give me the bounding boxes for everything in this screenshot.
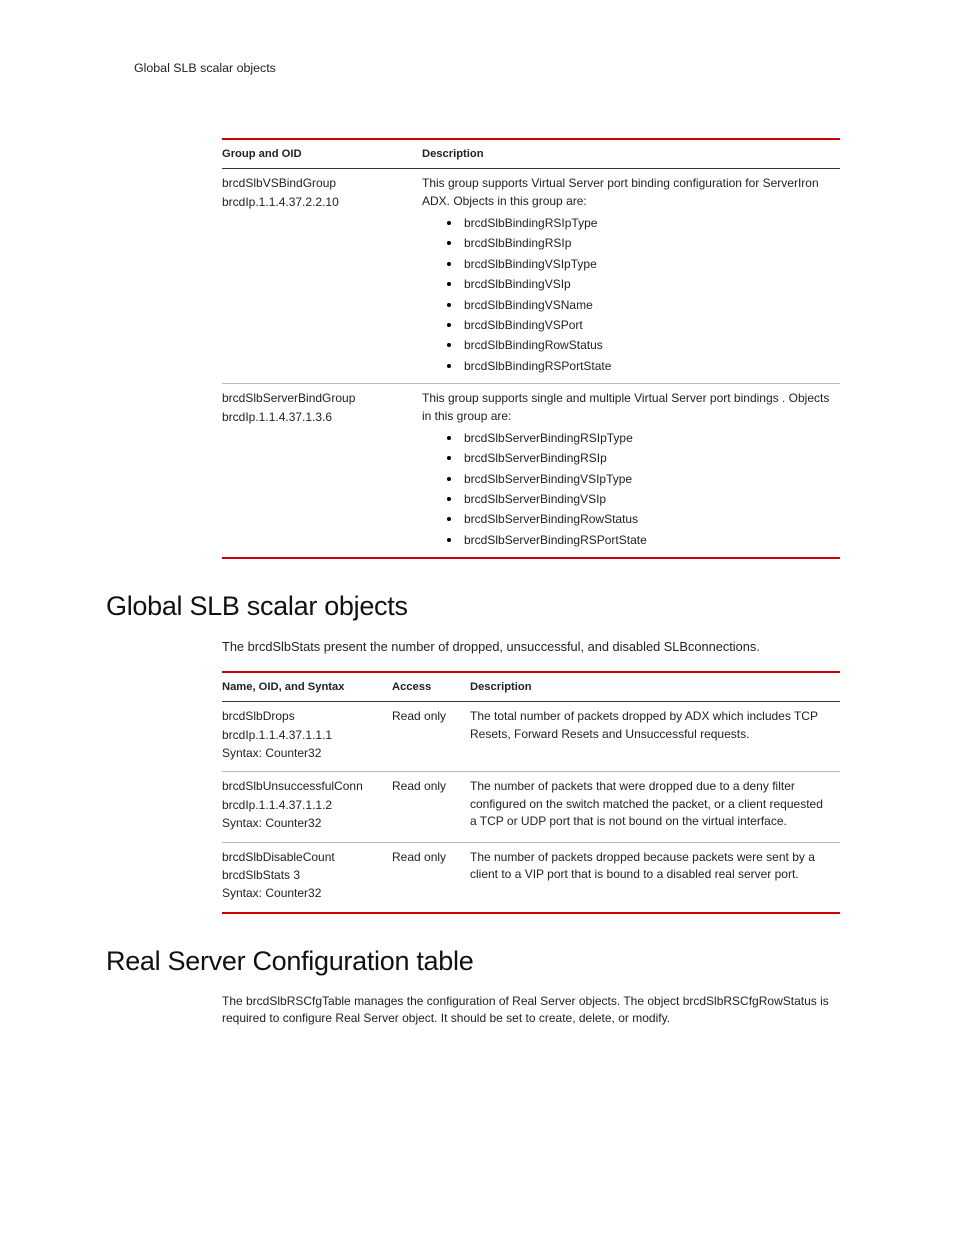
table-row: brcdSlbDisableCount brcdSlbStats 3 Synta… <box>222 842 840 913</box>
obj-oid: brcdIp.1.1.4.37.1.1.2 <box>222 797 382 814</box>
list-item: brcdSlbBindingVSIpType <box>462 253 830 273</box>
obj-name: brcdSlbUnsuccessfulConn <box>222 778 382 795</box>
list-item: brcdSlbBindingRSIpType <box>462 212 830 232</box>
cell-group: brcdSlbVSBindGroup brcdIp.1.1.4.37.2.2.1… <box>222 169 422 384</box>
th-access: Access <box>392 672 470 702</box>
list-item: brcdSlbServerBindingRowStatus <box>462 508 830 528</box>
cell-group: brcdSlbServerBindGroup brcdIp.1.1.4.37.1… <box>222 384 422 559</box>
table-row: brcdSlbUnsuccessfulConn brcdIp.1.1.4.37.… <box>222 772 840 842</box>
cell-description: The total number of packets dropped by A… <box>470 702 840 772</box>
list-item: brcdSlbBindingRSIp <box>462 232 830 252</box>
page-running-header: Global SLB scalar objects <box>134 60 840 78</box>
cell-access: Read only <box>392 702 470 772</box>
obj-name: brcdSlbDrops <box>222 708 382 725</box>
th-description: Description <box>422 139 840 169</box>
list-item: brcdSlbServerBindingRSPortState <box>462 529 830 549</box>
cell-description: The number of packets that were dropped … <box>470 772 840 842</box>
obj-oid: brcdIp.1.1.4.37.1.1.1 <box>222 727 382 744</box>
group-oid: brcdIp.1.1.4.37.1.3.6 <box>222 409 412 426</box>
section-intro: The brcdSlbRSCfgTable manages the config… <box>222 993 840 1028</box>
obj-syntax: Syntax: Counter32 <box>222 885 382 902</box>
th-description: Description <box>470 672 840 702</box>
list-item: brcdSlbBindingVSName <box>462 294 830 314</box>
th-name-oid-syntax: Name, OID, and Syntax <box>222 672 392 702</box>
table-header-row: Name, OID, and Syntax Access Description <box>222 672 840 702</box>
list-item: brcdSlbBindingRowStatus <box>462 334 830 354</box>
cell-name: brcdSlbUnsuccessfulConn brcdIp.1.1.4.37.… <box>222 772 392 842</box>
list-item: brcdSlbBindingVSPort <box>462 314 830 334</box>
list-item: brcdSlbServerBindingRSIp <box>462 447 830 467</box>
desc-intro: This group supports Virtual Server port … <box>422 175 830 210</box>
th-group-oid: Group and OID <box>222 139 422 169</box>
list-item: brcdSlbServerBindingVSIp <box>462 488 830 508</box>
cell-description: The number of packets dropped because pa… <box>470 842 840 913</box>
group-name: brcdSlbServerBindGroup <box>222 390 412 407</box>
list-item: brcdSlbServerBindingRSIpType <box>462 427 830 447</box>
heading-global-slb-scalar: Global SLB scalar objects <box>106 587 840 626</box>
cell-description: This group supports single and multiple … <box>422 384 840 559</box>
group-oid-table: Group and OID Description brcdSlbVSBindG… <box>222 138 840 559</box>
desc-intro: This group supports single and multiple … <box>422 390 830 425</box>
obj-oid: brcdSlbStats 3 <box>222 867 382 884</box>
obj-name: brcdSlbDisableCount <box>222 849 382 866</box>
group-name: brcdSlbVSBindGroup <box>222 175 412 192</box>
cell-description: This group supports Virtual Server port … <box>422 169 840 384</box>
list-item: brcdSlbBindingVSIp <box>462 273 830 293</box>
heading-real-server-config: Real Server Configuration table <box>106 942 840 981</box>
obj-syntax: Syntax: Counter32 <box>222 815 382 832</box>
desc-bullets: brcdSlbServerBindingRSIpType brcdSlbServ… <box>422 427 830 549</box>
cell-access: Read only <box>392 772 470 842</box>
list-item: brcdSlbBindingRSPortState <box>462 355 830 375</box>
cell-access: Read only <box>392 842 470 913</box>
table-row: brcdSlbVSBindGroup brcdIp.1.1.4.37.2.2.1… <box>222 169 840 384</box>
cell-name: brcdSlbDisableCount brcdSlbStats 3 Synta… <box>222 842 392 913</box>
section-intro: The brcdSlbStats present the number of d… <box>222 638 840 657</box>
table-header-row: Group and OID Description <box>222 139 840 169</box>
table-row: brcdSlbDrops brcdIp.1.1.4.37.1.1.1 Synta… <box>222 702 840 772</box>
desc-bullets: brcdSlbBindingRSIpType brcdSlbBindingRSI… <box>422 212 830 375</box>
scalar-objects-table: Name, OID, and Syntax Access Description… <box>222 671 840 914</box>
group-oid: brcdIp.1.1.4.37.2.2.10 <box>222 194 412 211</box>
table-row: brcdSlbServerBindGroup brcdIp.1.1.4.37.1… <box>222 384 840 559</box>
list-item: brcdSlbServerBindingVSIpType <box>462 468 830 488</box>
obj-syntax: Syntax: Counter32 <box>222 745 382 762</box>
cell-name: brcdSlbDrops brcdIp.1.1.4.37.1.1.1 Synta… <box>222 702 392 772</box>
